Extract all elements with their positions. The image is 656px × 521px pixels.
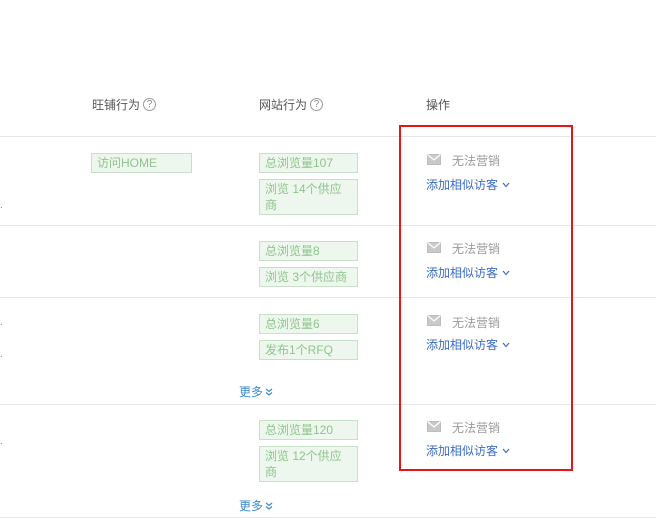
website-behavior-tag: 总浏览量8 xyxy=(259,241,358,261)
marketing-status-label: 无法营销 xyxy=(452,421,501,435)
marketing-status-label: 无法营销 xyxy=(452,242,501,256)
marketing-status-label: 无法营销 xyxy=(452,316,501,330)
mail-icon xyxy=(427,315,441,326)
chevron-down-icon xyxy=(502,342,510,347)
row-divider xyxy=(0,136,656,137)
more-link-label: 更多 xyxy=(239,499,264,513)
add-similar-visitors-label: 添加相似访客 xyxy=(426,178,499,192)
question-circle-icon[interactable]: ? xyxy=(143,98,157,111)
row-divider xyxy=(0,297,656,298)
double-chevron-down-icon xyxy=(265,388,273,396)
add-similar-visitors-button[interactable]: 添加相似访客 xyxy=(426,442,510,459)
more-link[interactable]: 更多 xyxy=(239,497,273,514)
truncated-text-marker: . xyxy=(0,317,3,328)
website-behavior-tag: 总浏览量107 xyxy=(259,153,358,173)
add-similar-visitors-label: 添加相似访客 xyxy=(426,444,499,458)
mail-icon xyxy=(427,421,441,432)
double-chevron-down-icon xyxy=(265,502,273,510)
truncated-text-marker: . xyxy=(0,436,3,447)
column-header-action: 操作 xyxy=(426,96,450,113)
column-header-action-label: 操作 xyxy=(426,98,451,112)
wangpu-behavior-tag: 访问HOME xyxy=(91,153,192,173)
chevron-down-icon xyxy=(502,270,510,275)
truncated-text-marker: . xyxy=(0,349,3,360)
column-header-website-label: 网站行为 xyxy=(259,98,308,112)
column-header-wangpu-label: 旺铺行为 xyxy=(92,98,141,112)
website-behavior-tag: 浏览 3个供应商 xyxy=(259,267,358,287)
add-similar-visitors-button[interactable]: 添加相似访客 xyxy=(426,336,510,353)
chevron-down-icon xyxy=(502,182,510,187)
question-circle-icon[interactable]: ? xyxy=(310,98,324,111)
marketing-status-label: 无法营销 xyxy=(452,154,501,168)
truncated-text-marker: . xyxy=(0,200,3,211)
add-similar-visitors-button[interactable]: 添加相似访客 xyxy=(426,176,510,193)
add-similar-visitors-label: 添加相似访客 xyxy=(426,266,499,280)
row-divider xyxy=(0,517,656,518)
visitor-table-view: 旺铺行为 ? 网站行为 ? 操作 . . . . 访问HOME 总浏览量107 … xyxy=(0,0,656,521)
chevron-down-icon xyxy=(502,448,510,453)
website-behavior-tag: 总浏览量6 xyxy=(259,314,358,334)
website-behavior-tag: 发布1个RFQ xyxy=(259,340,358,360)
column-header-website: 网站行为 ? xyxy=(259,96,324,113)
column-header-wangpu: 旺铺行为 ? xyxy=(92,96,157,113)
mail-icon xyxy=(427,154,441,165)
add-similar-visitors-button[interactable]: 添加相似访客 xyxy=(426,264,510,281)
mail-icon xyxy=(427,242,441,253)
row-divider xyxy=(0,225,656,226)
more-link[interactable]: 更多 xyxy=(239,383,273,400)
row-divider xyxy=(0,404,656,405)
website-behavior-tag: 浏览 12个供应商 xyxy=(259,446,358,482)
website-behavior-tag: 浏览 14个供应商 xyxy=(259,179,358,215)
add-similar-visitors-label: 添加相似访客 xyxy=(426,338,499,352)
website-behavior-tag: 总浏览量120 xyxy=(259,420,358,440)
more-link-label: 更多 xyxy=(239,385,264,399)
